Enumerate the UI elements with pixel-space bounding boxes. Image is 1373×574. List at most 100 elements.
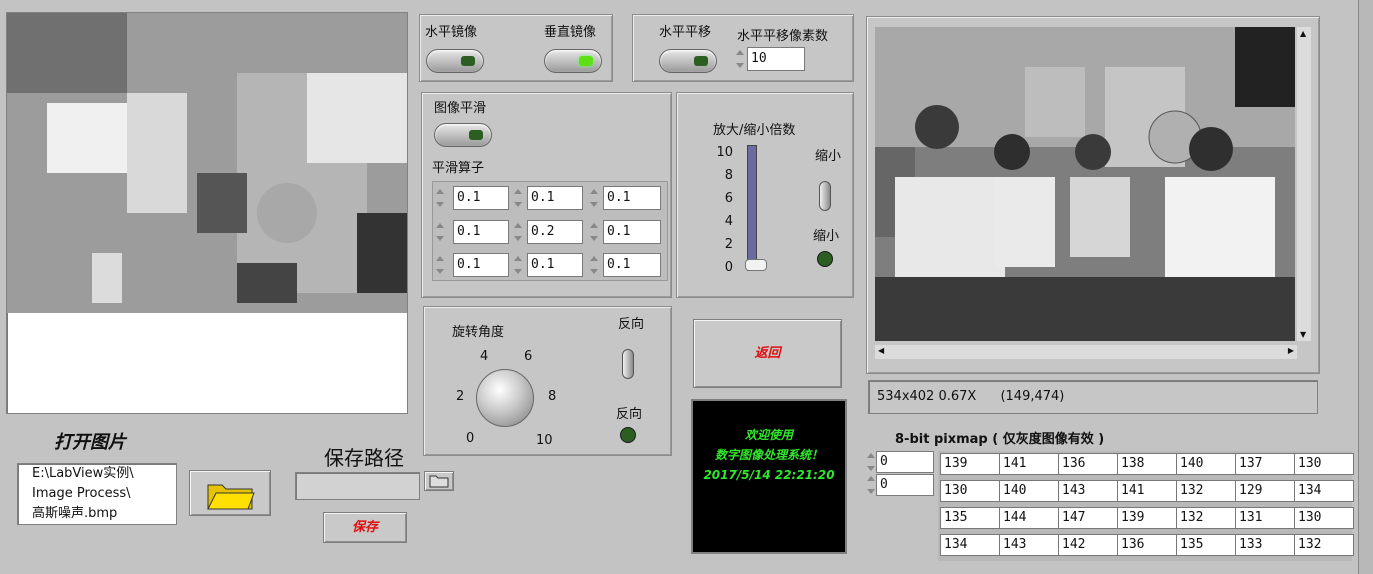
save-path-input[interactable] [295, 472, 420, 500]
pixel-cell[interactable]: 141 [999, 453, 1059, 475]
pixel-cell[interactable]: 130 [940, 480, 1000, 502]
vertical-mirror-label: 垂直镜像 [544, 25, 597, 40]
smooth-panel: 图像平滑 平滑算子 0.1 0.1 0.1 0.1 0.2 0.1 0.1 0.… [421, 92, 672, 298]
scroll-right-icon[interactable]: ▶ [1288, 346, 1294, 355]
pixel-cell[interactable]: 147 [1058, 507, 1118, 529]
matrix-cell[interactable]: 0.1 [527, 253, 583, 277]
rotate-knob[interactable] [476, 369, 534, 427]
pixel-cell[interactable]: 139 [1117, 507, 1177, 529]
pixel-cell[interactable]: 132 [1176, 480, 1236, 502]
pixel-cell[interactable]: 136 [1117, 534, 1177, 556]
matrix-spinner[interactable] [435, 253, 445, 277]
row-index-input[interactable]: 0 [876, 451, 934, 473]
pixel-cell[interactable]: 144 [999, 507, 1059, 529]
pixmap-row-index[interactable]: 0 [866, 451, 936, 473]
shift-pixels-spinner[interactable] [735, 47, 745, 71]
smooth-matrix: 0.1 0.1 0.1 0.1 0.2 0.1 0.1 0.1 0.1 [432, 181, 668, 281]
reverse-toggle[interactable] [622, 349, 634, 379]
pixel-cell[interactable]: 133 [1235, 534, 1295, 556]
matrix-cell[interactable]: 0.1 [603, 220, 661, 244]
led-indicator [461, 56, 475, 66]
matrix-spinner[interactable] [435, 220, 445, 244]
pixel-cell[interactable]: 129 [1235, 480, 1295, 502]
pixel-cell[interactable]: 135 [940, 507, 1000, 529]
matrix-cell[interactable]: 0.1 [603, 253, 661, 277]
matrix-cell[interactable]: 0.1 [453, 253, 509, 277]
pixel-cell[interactable]: 142 [1058, 534, 1118, 556]
pixel-cell[interactable]: 132 [1176, 507, 1236, 529]
matrix-cell[interactable]: 0.1 [527, 186, 583, 210]
vertical-mirror-button[interactable] [544, 49, 602, 73]
zoom-slider-scale: 10 8 6 4 2 0 [703, 145, 743, 277]
pixel-cell[interactable]: 140 [1176, 453, 1236, 475]
pixel-cell[interactable]: 143 [1058, 480, 1118, 502]
pixel-cell[interactable]: 131 [1235, 507, 1295, 529]
zoom-led [817, 251, 833, 267]
horizontal-scrollbar[interactable]: ◀ ▶ [875, 345, 1297, 359]
scroll-up-icon[interactable]: ▲ [1300, 29, 1306, 38]
save-browse-button[interactable] [424, 471, 454, 491]
pixel-cell[interactable]: 130 [1294, 507, 1354, 529]
row-index-spinner[interactable] [866, 450, 876, 474]
rotate-panel: 旋转角度 4 6 2 8 0 10 反向 反向 [423, 306, 672, 456]
pixel-cell[interactable]: 143 [999, 534, 1059, 556]
pixel-cell[interactable]: 132 [1294, 534, 1354, 556]
shift-pixels-label: 水平平移像素数 [737, 29, 829, 44]
pixel-cell[interactable]: 137 [1235, 453, 1295, 475]
rotate-tick-label: 6 [524, 349, 533, 364]
welcome-line: 欢迎使用 [744, 428, 793, 442]
matrix-spinner[interactable] [435, 186, 445, 210]
zoom-tick-label: 2 [724, 237, 733, 252]
matrix-spinner[interactable] [513, 253, 523, 277]
rotate-tick-label: 10 [536, 433, 553, 448]
zoom-slider-thumb[interactable] [745, 259, 767, 271]
scroll-left-icon[interactable]: ◀ [878, 346, 884, 355]
open-folder-button[interactable] [189, 470, 271, 516]
matrix-cell[interactable]: 0.1 [603, 186, 661, 210]
matrix-spinner[interactable] [589, 220, 599, 244]
return-button[interactable]: 返回 [693, 319, 842, 388]
reverse-led [620, 427, 636, 443]
matrix-cell[interactable]: 0.1 [453, 186, 509, 210]
source-image-display[interactable] [6, 12, 408, 414]
col-index-spinner[interactable] [866, 473, 876, 497]
scroll-down-icon[interactable]: ▼ [1300, 330, 1306, 339]
zoom-out-toggle[interactable] [819, 181, 831, 211]
pixel-cell[interactable]: 138 [1117, 453, 1177, 475]
return-button-label: 返回 [754, 346, 781, 361]
shift-pixels-input[interactable]: 10 [747, 47, 805, 71]
matrix-spinner[interactable] [513, 220, 523, 244]
shift-panel: 水平平移 水平平移像素数 10 [632, 14, 854, 82]
pixel-cell[interactable]: 140 [999, 480, 1059, 502]
rotate-switch-label: 反向 [618, 317, 645, 332]
col-index-input[interactable]: 0 [876, 474, 934, 496]
open-image-title: 打开图片 [54, 432, 126, 453]
led-indicator [579, 56, 593, 66]
smooth-button[interactable] [434, 123, 492, 147]
pixel-cell[interactable]: 135 [1176, 534, 1236, 556]
pixel-cell[interactable]: 130 [1294, 453, 1354, 475]
window-scrollbar[interactable] [1358, 0, 1373, 574]
pixel-cell[interactable]: 141 [1117, 480, 1177, 502]
horizontal-mirror-button[interactable] [426, 49, 484, 73]
zoom-tick-label: 8 [724, 168, 733, 183]
welcome-line: 2017/5/14 22:21:20 [703, 468, 835, 482]
pixel-cell[interactable]: 134 [1294, 480, 1354, 502]
horizontal-shift-label: 水平平移 [659, 25, 712, 40]
open-path-display[interactable]: E:\LabView实例\ Image Process\ 高斯噪声.bmp [17, 463, 177, 525]
matrix-spinner[interactable] [589, 186, 599, 210]
matrix-spinner[interactable] [589, 253, 599, 277]
matrix-cell[interactable]: 0.1 [453, 220, 509, 244]
vertical-scrollbar[interactable]: ▲ ▼ [1297, 27, 1311, 341]
pixel-cell[interactable]: 134 [940, 534, 1000, 556]
horizontal-shift-button[interactable] [659, 49, 717, 73]
pixel-cell[interactable]: 136 [1058, 453, 1118, 475]
matrix-spinner[interactable] [513, 186, 523, 210]
pixmap-col-index[interactable]: 0 [866, 474, 936, 496]
matrix-cell[interactable]: 0.2 [527, 220, 583, 244]
horizontal-mirror-label: 水平镜像 [425, 25, 478, 40]
pixel-cell[interactable]: 139 [940, 453, 1000, 475]
rotate-tick-label: 2 [456, 389, 465, 404]
zoom-slider-track[interactable] [747, 145, 757, 271]
save-button[interactable]: 保存 [323, 512, 407, 543]
